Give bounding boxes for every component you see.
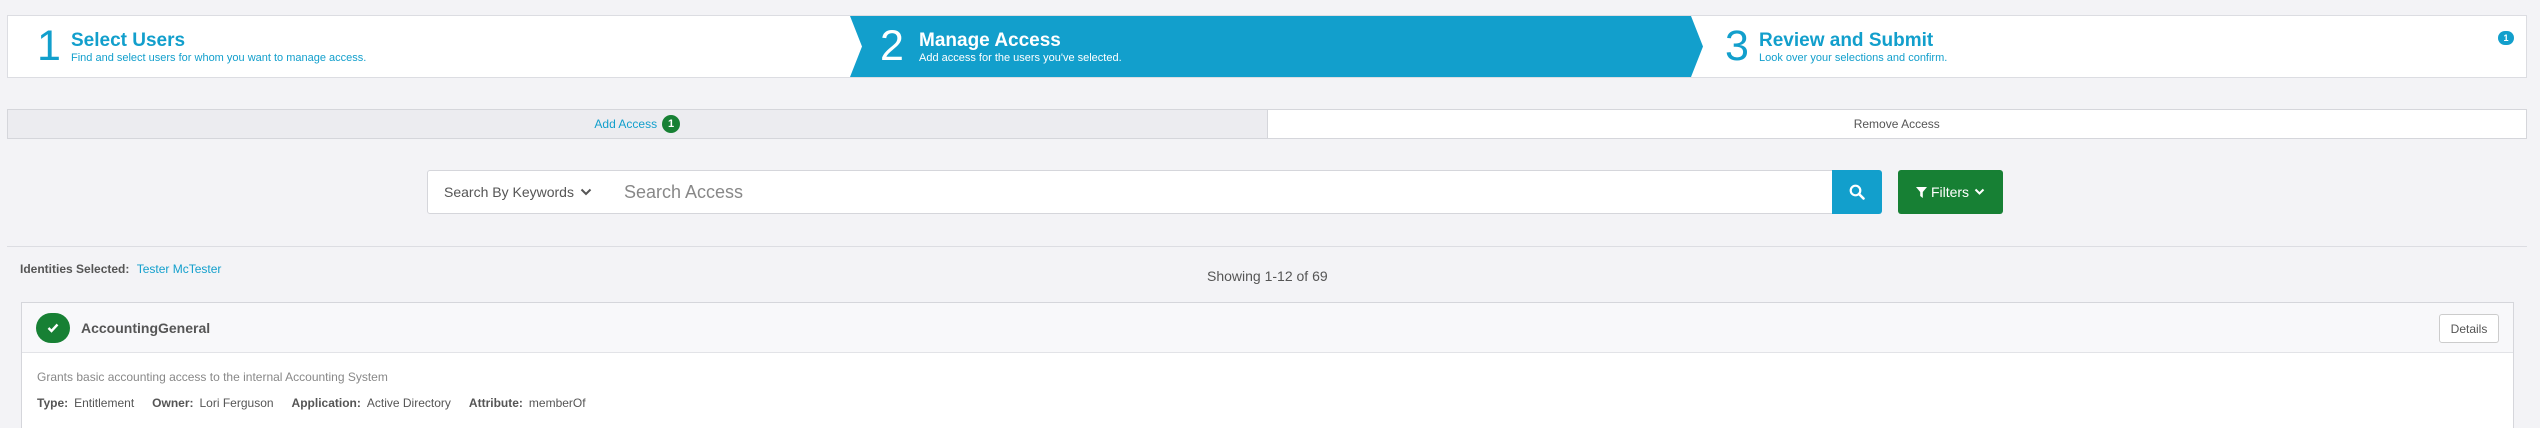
step-subtitle: Find and select users for whom you want … — [71, 52, 367, 64]
step-subtitle: Look over your selections and confirm. — [1759, 52, 1948, 64]
funnel-icon — [1915, 186, 1927, 198]
step-title: Manage Access — [919, 30, 1061, 51]
access-item-description: Grants basic accounting access to the in… — [37, 370, 388, 384]
step-number: 1 — [37, 22, 61, 70]
meta-value: Entitlement — [74, 396, 135, 410]
access-item-name: AccountingGeneral — [81, 320, 211, 336]
meta-owner: Owner: Lori Ferguson — [152, 396, 273, 410]
check-icon — [47, 323, 59, 333]
identities-selected: Identities Selected: Tester McTester — [20, 262, 221, 276]
access-item-meta: Type: Entitlement Owner: Lori Ferguson App… — [37, 396, 604, 410]
chevron-down-icon — [1974, 188, 1985, 195]
filters-button[interactable]: Filters — [1898, 170, 2003, 214]
step-number: 2 — [880, 22, 904, 70]
search-button[interactable] — [1832, 170, 1882, 214]
step-title: Review and Submit — [1759, 30, 1934, 51]
card-header: AccountingGeneral Details — [22, 303, 2513, 353]
meta-value: memberOf — [528, 396, 586, 410]
step-number: 3 — [1725, 22, 1749, 70]
step-subtitle: Add access for the users you've selected… — [919, 52, 1122, 64]
results-count: Showing 1-12 of 69 — [1207, 268, 1328, 284]
tab-label: Remove Access — [1853, 117, 1940, 131]
wizard-progress: 1 Select Users Find and select users for… — [7, 15, 2527, 78]
wizard-step-select-users[interactable]: 1 Select Users Find and select users for… — [8, 16, 850, 77]
wizard-step-manage-access[interactable]: 2 Manage Access Add access for the users… — [850, 16, 1703, 77]
cart-count-badge[interactable]: 1 — [2498, 31, 2514, 45]
tab-add-access[interactable]: Add Access 1 — [7, 109, 1268, 139]
search-type-label: Search By Keywords — [444, 184, 574, 200]
filters-label: Filters — [1930, 184, 1970, 200]
meta-key: Owner: — [152, 396, 194, 410]
meta-type: Type: Entitlement — [37, 396, 134, 410]
select-toggle-button[interactable] — [36, 313, 70, 343]
tab-label: Add Access — [594, 117, 658, 131]
meta-key: Application: — [291, 396, 361, 410]
search-icon — [1849, 184, 1865, 200]
meta-value: Lori Ferguson — [199, 396, 274, 410]
meta-value: Active Directory — [366, 396, 451, 410]
wizard-step-review-submit[interactable]: 3 Review and Submit Look over your selec… — [1703, 16, 2523, 77]
divider — [7, 246, 2527, 247]
search-type-dropdown[interactable]: Search By Keywords — [427, 170, 609, 214]
identity-link[interactable]: Tester McTester — [137, 262, 222, 276]
chevron-down-icon — [580, 188, 592, 196]
search-input[interactable] — [608, 170, 1833, 214]
meta-attribute: Attribute: memberOf — [469, 396, 586, 410]
meta-key: Attribute: — [468, 396, 523, 410]
access-item-card: AccountingGeneral Details Grants basic a… — [21, 302, 2514, 428]
identities-label: Identities Selected: — [20, 262, 130, 276]
tab-remove-access[interactable]: Remove Access — [1267, 109, 2527, 139]
add-count-badge: 1 — [662, 115, 681, 133]
step-title: Select Users — [71, 30, 186, 51]
meta-key: Type: — [37, 396, 69, 410]
details-button[interactable]: Details — [2439, 314, 2499, 343]
meta-application: Application: Active Directory — [292, 396, 451, 410]
access-tabs: Add Access 1 Remove Access — [7, 109, 2527, 139]
